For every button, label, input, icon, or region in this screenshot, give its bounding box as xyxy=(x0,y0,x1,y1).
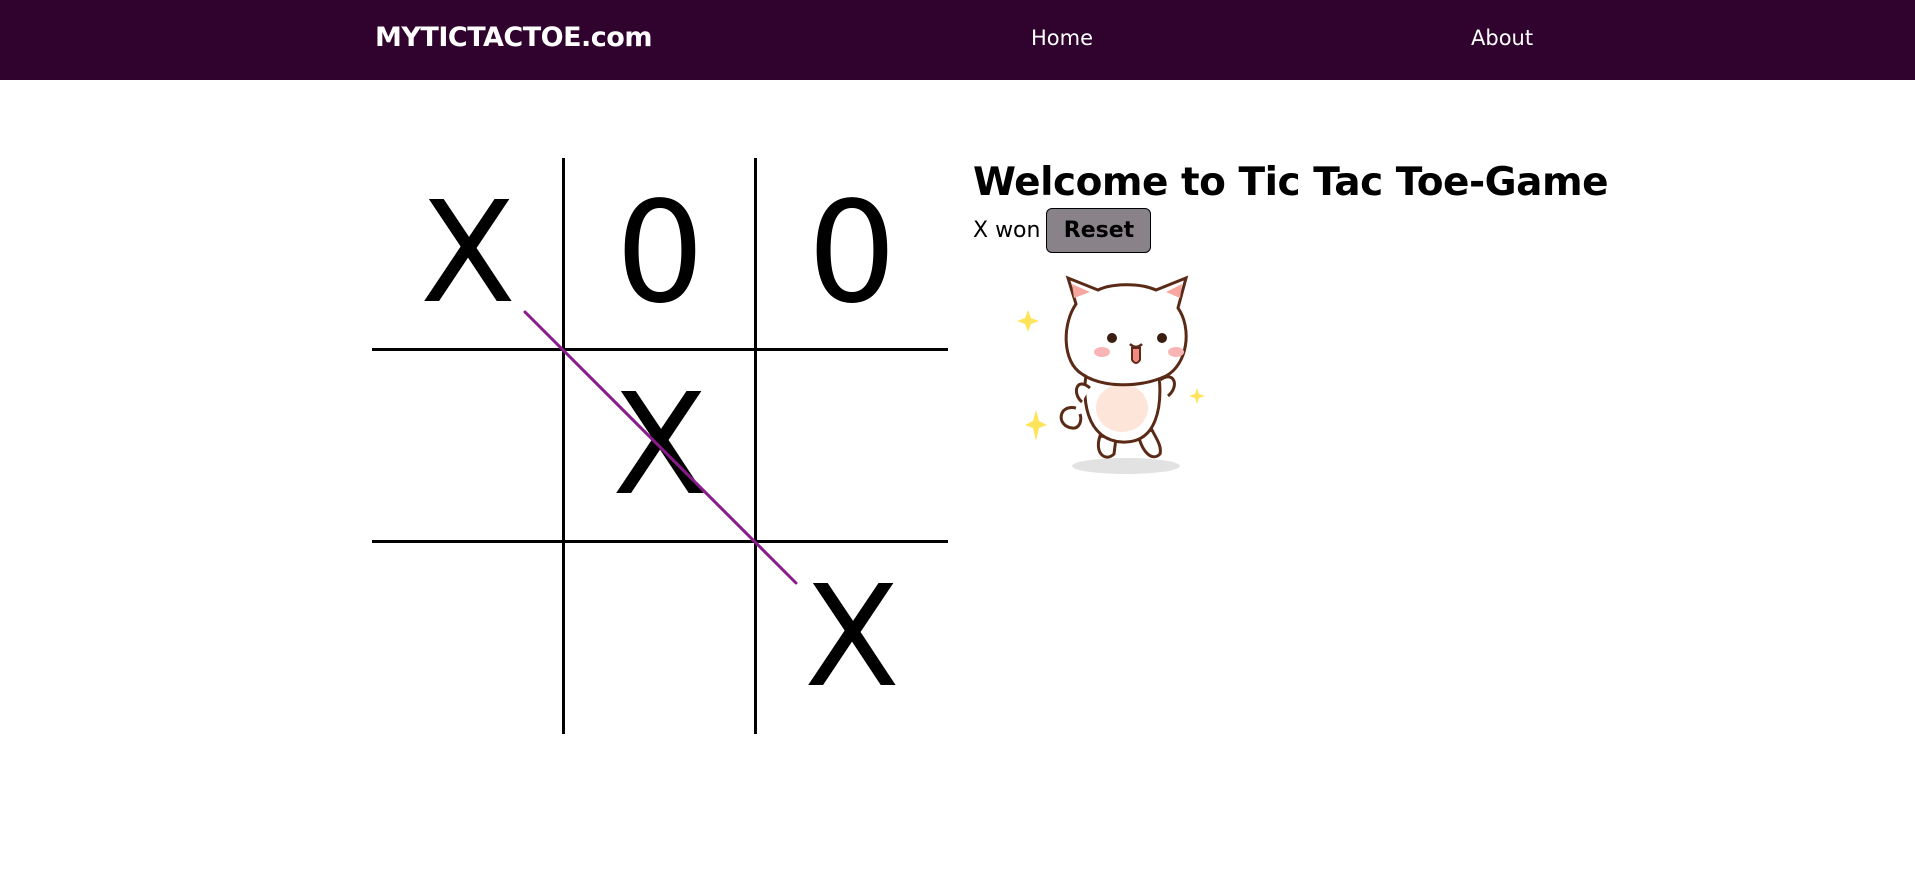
dancing-cat-sticker-icon xyxy=(1010,268,1210,482)
reset-button[interactable]: Reset xyxy=(1046,208,1152,253)
board-cell[interactable]: 0 xyxy=(756,158,948,350)
board-cell[interactable] xyxy=(564,542,756,734)
board-cell[interactable]: X xyxy=(756,542,948,734)
board-cell[interactable] xyxy=(372,350,564,542)
board-cell[interactable] xyxy=(756,350,948,542)
grid-line-horizontal xyxy=(372,540,948,543)
nav-about-link[interactable]: About xyxy=(1471,26,1533,50)
board-cell[interactable]: X xyxy=(564,350,756,542)
navbar: MYTICTACTOE.com Home About xyxy=(0,0,1915,80)
grid-line-vertical xyxy=(562,158,565,734)
grid-line-vertical xyxy=(754,158,757,734)
game-status-row: X won Reset xyxy=(973,208,1152,253)
grid-line-horizontal xyxy=(372,348,948,351)
brand-logo[interactable]: MYTICTACTOE.com xyxy=(375,22,653,53)
page-title: Welcome to Tic Tac Toe-Game xyxy=(973,160,1609,205)
board-cell[interactable]: 0 xyxy=(564,158,756,350)
tic-tac-toe-board: X 0 0 X X xyxy=(372,158,948,734)
board-cell[interactable]: X xyxy=(372,158,564,350)
game-status: X won xyxy=(973,218,1041,243)
board-cell[interactable] xyxy=(372,542,564,734)
nav-home-link[interactable]: Home xyxy=(1031,26,1093,50)
